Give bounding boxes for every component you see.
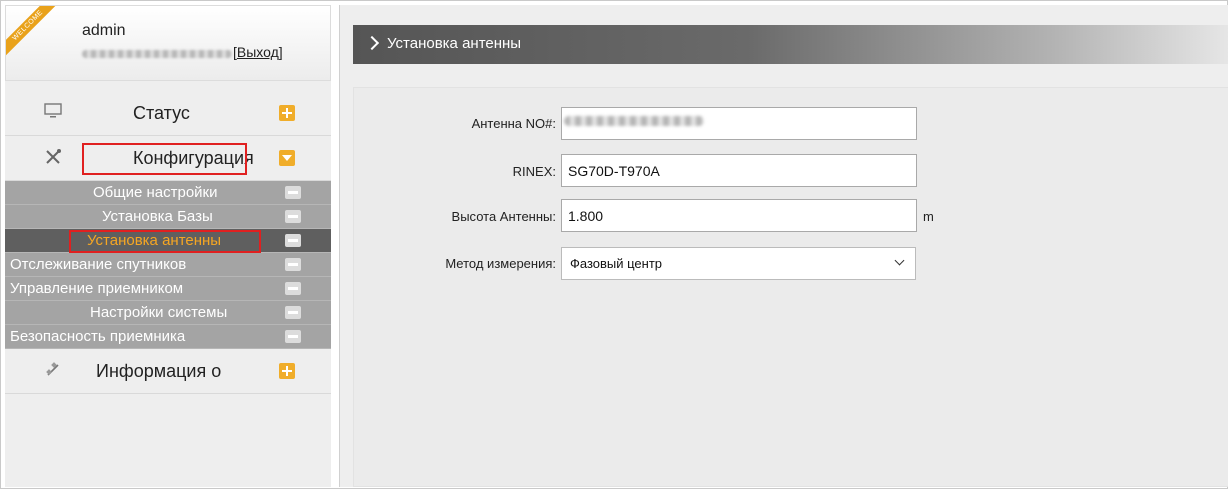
nav-menu: Статус Конфигурация Общие настройки Уста… xyxy=(5,91,331,394)
sidebar-subitem-label: Установка Базы xyxy=(102,208,213,225)
sidebar-item-label: Информация о xyxy=(96,361,222,381)
measure-method-select[interactable]: Фазовый центр xyxy=(561,247,916,280)
minus-icon xyxy=(285,258,301,271)
sidebar-subitem-label: Общие настройки xyxy=(93,184,218,201)
collapse-icon[interactable] xyxy=(279,150,295,166)
minus-icon xyxy=(285,210,301,223)
sidebar-subitem-general[interactable]: Общие настройки xyxy=(5,181,331,205)
sidebar-subitem-label: Отслеживание спутников xyxy=(10,256,187,273)
page-title-bar: Установка антенны xyxy=(353,25,1228,64)
page-title: Установка антенны xyxy=(387,35,522,52)
minus-icon xyxy=(285,234,301,247)
highlight-box xyxy=(69,230,261,253)
sidebar-subitem-tracking[interactable]: Отслеживание спутников xyxy=(5,253,331,277)
sidebar-item-label: Статус xyxy=(133,103,190,123)
monitor-icon xyxy=(43,103,63,123)
chevron-down-icon xyxy=(894,255,905,266)
antenna-no-label: Антенна NO#: xyxy=(471,116,556,131)
username: admin xyxy=(82,22,126,39)
chevron-right-icon xyxy=(364,35,380,51)
minus-icon xyxy=(285,330,301,343)
satellite-icon xyxy=(43,361,63,381)
form-panel xyxy=(353,87,1228,487)
sidebar-subitem-base[interactable]: Установка Базы xyxy=(5,205,331,229)
highlight-box xyxy=(82,143,247,175)
tools-icon xyxy=(43,148,63,168)
sidebar-subitem-label: Безопасность приемника xyxy=(10,328,186,345)
user-panel: WELCOME admin [Выход] xyxy=(5,5,331,81)
measure-method-value: Фазовый центр xyxy=(570,256,663,271)
logout-wrap: [Выход] xyxy=(233,44,283,60)
sidebar: WELCOME admin [Выход] Статус Конфигураци… xyxy=(5,5,331,487)
sidebar-subitem-antenna[interactable]: Установка антенны xyxy=(5,229,331,253)
minus-icon xyxy=(285,306,301,319)
rinex-label: RINEX: xyxy=(512,164,556,179)
sidebar-item-info[interactable]: Информация о xyxy=(5,349,331,394)
expand-icon[interactable] xyxy=(279,105,295,121)
sidebar-subitem-label: Настройки системы xyxy=(90,304,228,321)
sidebar-subitem-receiver[interactable]: Управление приемником xyxy=(5,277,331,301)
antenna-height-label: Высота Антенны: xyxy=(451,209,556,224)
sidebar-subitem-security[interactable]: Безопасность приемника xyxy=(5,325,331,349)
sidebar-item-status[interactable]: Статус xyxy=(5,91,331,136)
logout-link[interactable]: Выход xyxy=(237,44,279,60)
height-unit: m xyxy=(923,209,934,224)
welcome-ribbon: WELCOME xyxy=(6,6,58,58)
sidebar-item-config[interactable]: Конфигурация xyxy=(5,136,331,181)
expand-icon[interactable] xyxy=(279,363,295,379)
minus-icon xyxy=(285,186,301,199)
rinex-input[interactable] xyxy=(561,154,917,187)
sidebar-subitem-system[interactable]: Настройки системы xyxy=(5,301,331,325)
antenna-no-blurred-value xyxy=(564,116,704,126)
main-content: Установка антенны xyxy=(339,5,1228,487)
sidebar-subitem-label: Управление приемником xyxy=(10,280,184,297)
measure-method-label: Метод измерения: xyxy=(445,256,556,271)
antenna-height-input[interactable] xyxy=(561,199,917,232)
blurred-serial xyxy=(82,50,232,58)
minus-icon xyxy=(285,282,301,295)
